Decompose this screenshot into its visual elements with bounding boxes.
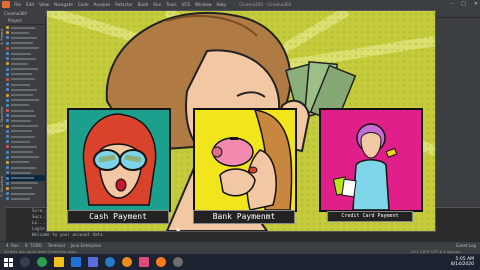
shopping-woman-illustration [321, 110, 421, 210]
windows-start-icon[interactable] [4, 257, 13, 267]
credit-card-payment-card[interactable] [319, 108, 423, 212]
status-position[interactable]: 29:1 CRLF UTF-8 4 spaces [410, 249, 460, 254]
payment-app-window: Cash Payment Bank Paymenmt Credit Card P… [46, 10, 436, 232]
menu-build[interactable]: Build [138, 2, 149, 7]
photos-icon[interactable] [105, 257, 115, 267]
store-icon[interactable] [88, 257, 98, 267]
intellij-icon [2, 1, 10, 8]
menu-tools[interactable]: Tools [166, 2, 176, 7]
minimize-icon[interactable]: – [451, 1, 454, 7]
file-explorer-icon[interactable] [54, 257, 64, 267]
menu-run[interactable]: Run [153, 2, 161, 7]
menu-navigate[interactable]: Navigate [54, 2, 73, 7]
menu-window[interactable]: Window [195, 2, 212, 7]
windows-taskbar: 5:05 AM 8/14/2020 [0, 254, 480, 270]
system-clock[interactable]: 5:05 AM 8/14/2020 [451, 257, 474, 267]
project-tree [6, 25, 45, 201]
tree-item[interactable] [6, 196, 45, 201]
menu-edit[interactable]: Edit [26, 2, 34, 7]
piggybank-woman-illustration [195, 110, 295, 210]
cash-payment-button[interactable]: Cash Payment [67, 210, 169, 224]
window-controls: – □ ✕ [451, 1, 478, 7]
search-icon[interactable] [20, 257, 30, 267]
menu-bar: File Edit View Navigate Code Analyze Ref… [0, 0, 480, 9]
menu-vcs[interactable]: VCS [182, 2, 190, 7]
menu-file[interactable]: File [14, 2, 21, 7]
project-panel-header[interactable]: Project [6, 17, 45, 25]
vlc-icon[interactable] [122, 257, 132, 267]
menu-help[interactable]: Help [217, 2, 227, 7]
menu-code[interactable]: Code [78, 2, 89, 7]
breadcrumb[interactable]: Cinema360 [4, 11, 27, 16]
chrome-icon[interactable] [37, 257, 47, 267]
bank-payment-button[interactable]: Bank Paymenmt [193, 210, 295, 224]
bank-payment-card[interactable] [193, 108, 297, 212]
mail-icon[interactable] [71, 257, 81, 267]
maximize-icon[interactable]: □ [461, 1, 466, 7]
intellij-taskbar-icon[interactable] [139, 257, 149, 267]
menu-refactor[interactable]: Refactor [115, 2, 133, 7]
clock-date: 8/14/2020 [450, 262, 474, 267]
settings-icon[interactable] [173, 257, 183, 267]
firefox-icon[interactable] [156, 257, 166, 267]
window-title: Cinema360 - Cinema360 [239, 2, 292, 7]
cash-woman-illustration [69, 110, 169, 210]
credit-card-payment-button[interactable]: Credit Card Payment [327, 211, 413, 222]
console-line: Welcome to your account data [32, 232, 103, 237]
project-panel: Project [6, 17, 45, 207]
close-icon[interactable]: ✕ [474, 1, 478, 7]
status-message: All files are up-to-date (moments ago) [4, 248, 77, 254]
menu-view[interactable]: View [39, 2, 49, 7]
cash-payment-card[interactable] [67, 108, 171, 212]
menu-analyze[interactable]: Analyze [94, 2, 111, 7]
